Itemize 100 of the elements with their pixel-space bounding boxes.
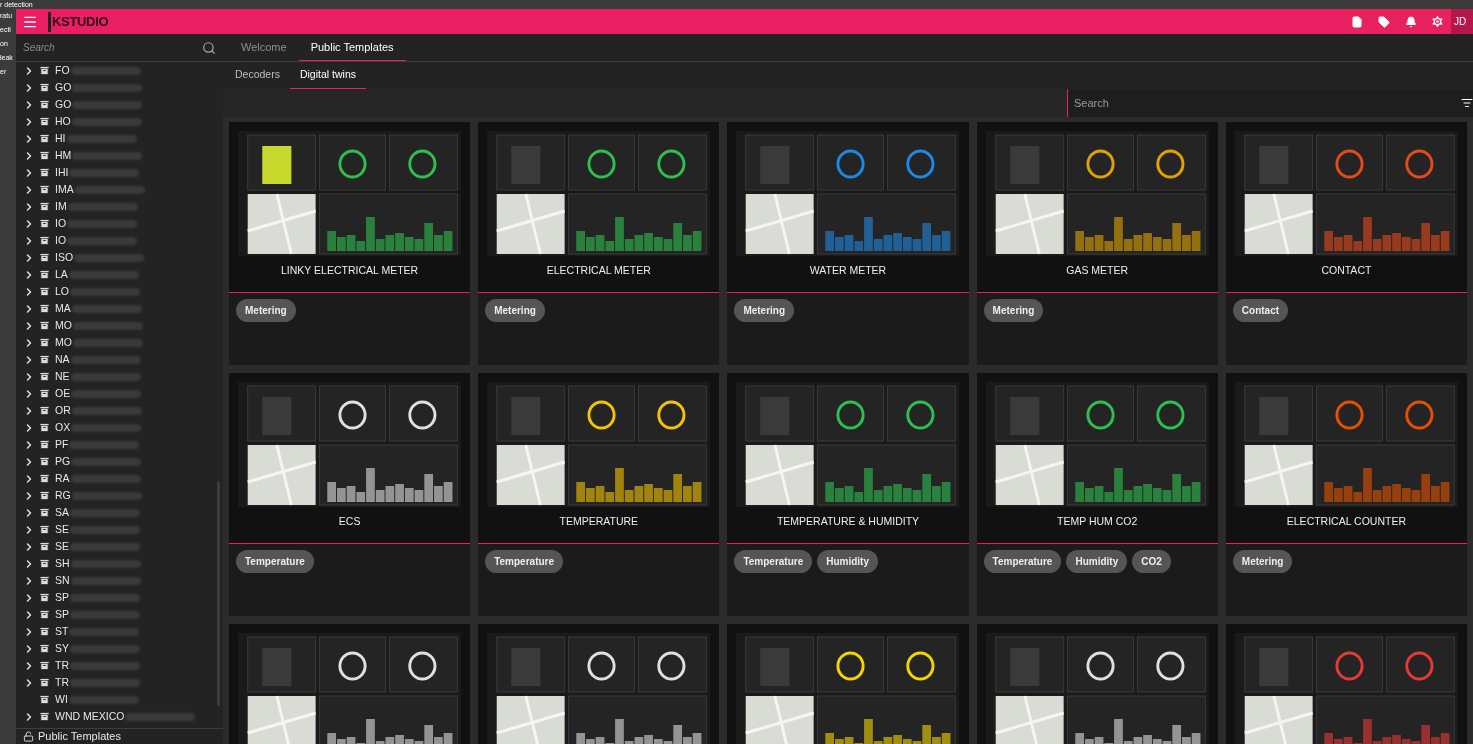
template-card[interactable]: CONTACT Contact (1225, 122, 1467, 365)
archive-icon (39, 388, 50, 399)
tree-item[interactable]: PG (16, 453, 223, 470)
tree-item-label: NE (55, 368, 70, 384)
tree-item[interactable]: OE (16, 385, 223, 402)
blurred-text (69, 627, 140, 636)
tree-item-label: LO (55, 283, 69, 299)
template-card[interactable]: ECS Temperature (229, 373, 471, 616)
tree-item[interactable]: FO (16, 62, 223, 79)
template-card[interactable]: GAS METER Metering (976, 122, 1218, 365)
template-card[interactable]: WATER METER Metering (727, 122, 969, 365)
archive-icon (39, 82, 50, 93)
tree-item[interactable]: IM (16, 198, 223, 215)
tree-item[interactable]: ST (16, 623, 223, 640)
tree-item[interactable]: SN (16, 572, 223, 589)
blurred-text (70, 372, 141, 381)
blurred-text (70, 66, 141, 75)
tree-item[interactable]: MA (16, 300, 223, 317)
archive-icon (39, 286, 50, 297)
tree-item[interactable]: TR (16, 657, 223, 674)
archive-icon (39, 575, 50, 586)
filter-icon[interactable] (1461, 97, 1473, 109)
archive-icon (39, 677, 50, 688)
tab[interactable]: Public Templates (298, 34, 406, 61)
tree-item[interactable]: LA (16, 266, 223, 283)
tree-item-label: TR (55, 657, 69, 673)
archive-icon (39, 252, 50, 263)
tree-item[interactable]: IO (16, 215, 223, 232)
file-icon[interactable] (1343, 9, 1370, 34)
tree-item[interactable]: GO (16, 96, 223, 113)
tree-item[interactable]: IO (16, 232, 223, 249)
tree-item[interactable]: IMA (16, 181, 223, 198)
tree-item[interactable]: WND MEXICO (16, 708, 223, 725)
tree-item[interactable]: TR (16, 674, 223, 691)
template-card[interactable]: TEMPERATURE Temperature (478, 373, 720, 616)
user-avatar[interactable]: JD (1451, 9, 1473, 34)
archive-icon (39, 558, 50, 569)
tree-item[interactable]: NA (16, 351, 223, 368)
tree-item[interactable]: MO (16, 334, 223, 351)
tree-item-label: GO (55, 79, 72, 95)
tree-item[interactable]: LO (16, 283, 223, 300)
archive-icon (39, 456, 50, 467)
tree-item[interactable]: SE (16, 521, 223, 538)
tag-chip: Contact (1232, 299, 1289, 322)
archive-icon (39, 235, 50, 246)
tree-item[interactable]: NE (16, 368, 223, 385)
blurred-text (66, 134, 137, 143)
search-bar[interactable]: Search (1067, 89, 1473, 117)
tree-item[interactable]: ISO (16, 249, 223, 266)
tree-item[interactable]: SA (16, 504, 223, 521)
logo: KSTUDIO (48, 9, 109, 34)
tree-item[interactable]: WI (16, 691, 223, 708)
tree-item[interactable]: RA (16, 470, 223, 487)
archive-icon (39, 643, 50, 654)
template-card[interactable]: ELECTRICAL METER Metering (478, 122, 720, 365)
blurred-text (70, 593, 140, 602)
blurred-text (70, 287, 140, 296)
tree-item-label: PG (55, 453, 71, 469)
archive-icon (39, 167, 50, 178)
archive-icon (39, 473, 50, 484)
tree-item[interactable]: OR (16, 402, 223, 419)
archive-icon (39, 320, 50, 331)
tree-item[interactable]: SP (16, 606, 223, 623)
tree-item[interactable]: SE (16, 538, 223, 555)
template-card[interactable]: TEMPERATURE & HUMIDITY Temperature Humidity (727, 373, 969, 616)
tree-item[interactable]: SY (16, 640, 223, 657)
tree-item[interactable]: GO (16, 79, 223, 96)
tree-item[interactable]: MO (16, 317, 223, 334)
card-title: LINKY ELECTRICAL METER (280, 263, 420, 278)
tree-item[interactable]: SP (16, 589, 223, 606)
template-card[interactable]: ELECTRICAL COUNTER Metering (1225, 373, 1467, 616)
tree-item[interactable]: HM (16, 147, 223, 164)
archive-icon (39, 524, 50, 535)
tree-item[interactable]: RG (16, 487, 223, 504)
archive-icon (39, 116, 50, 127)
archive-icon (39, 184, 50, 195)
archive-icon (39, 439, 50, 450)
settings-icon[interactable] (1424, 9, 1451, 34)
archive-icon (39, 269, 50, 280)
subtab[interactable]: Decoders (225, 62, 290, 89)
tree-item-label: WI (55, 691, 68, 707)
tree-item[interactable]: HO (16, 113, 223, 130)
public-templates-link[interactable]: Public Templates (16, 728, 223, 744)
tree-item[interactable]: IHI (16, 164, 223, 181)
blurred-text (71, 389, 142, 398)
tree-item-label: HO (55, 113, 71, 129)
blurred-text (68, 695, 139, 704)
sidebar-search-field[interactable]: Search (23, 40, 202, 55)
blurred-text (71, 304, 142, 313)
tree-item[interactable]: PF (16, 436, 223, 453)
tab[interactable]: Welcome (229, 34, 299, 61)
tree-item[interactable]: HI (16, 130, 223, 147)
template-card[interactable]: TEMP HUM CO2 Temperature Humidity CO2 (976, 373, 1218, 616)
tree-item[interactable]: SH (16, 555, 223, 572)
blurred-text (70, 508, 140, 517)
search-field[interactable]: Search (1074, 94, 1461, 112)
archive-icon (39, 201, 50, 212)
tree-item[interactable]: OX (16, 419, 223, 436)
template-card[interactable]: LINKY ELECTRICAL METER Metering (229, 122, 471, 365)
archive-icon (39, 99, 50, 110)
